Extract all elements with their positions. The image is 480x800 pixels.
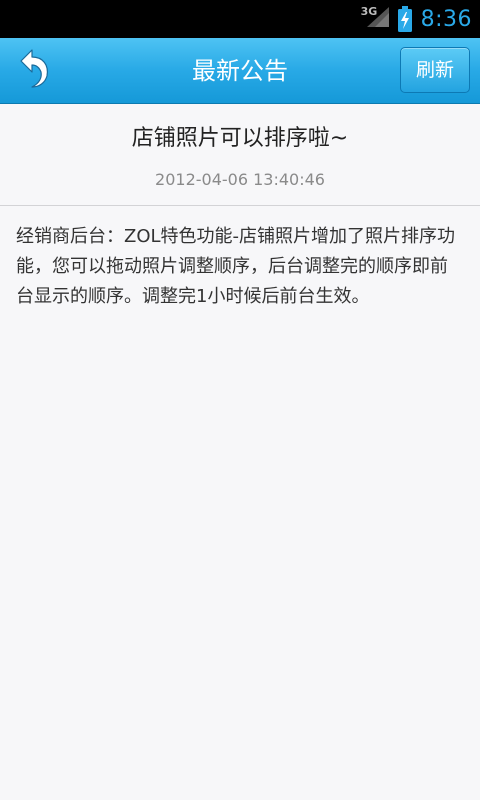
- battery-charging-icon: [397, 6, 413, 32]
- article-date: 2012-04-06 13:40:46: [155, 170, 325, 189]
- article-body: 经销商后台：ZOL特色功能-店铺照片增加了照片排序功能，您可以拖动照片调整顺序，…: [16, 226, 456, 307]
- signal-icon: [366, 7, 389, 31]
- announcement-content: 店铺照片可以排序啦~ 2012-04-06 13:40:46 经销商后台：ZOL…: [0, 104, 480, 800]
- network-indicator: 3G: [361, 5, 389, 31]
- status-icons: 3G 8:36: [361, 0, 472, 38]
- refresh-button[interactable]: 刷新: [400, 47, 470, 93]
- clock: 8:36: [420, 6, 472, 32]
- status-bar: 3G 8:36: [0, 0, 480, 38]
- article-title: 店铺照片可以排序啦~: [131, 126, 349, 151]
- title-bar: 最新公告 刷新: [0, 38, 480, 104]
- article-header: 店铺照片可以排序啦~ 2012-04-06 13:40:46: [0, 104, 480, 206]
- back-arrow-icon: [17, 48, 51, 92]
- back-button[interactable]: [10, 47, 58, 93]
